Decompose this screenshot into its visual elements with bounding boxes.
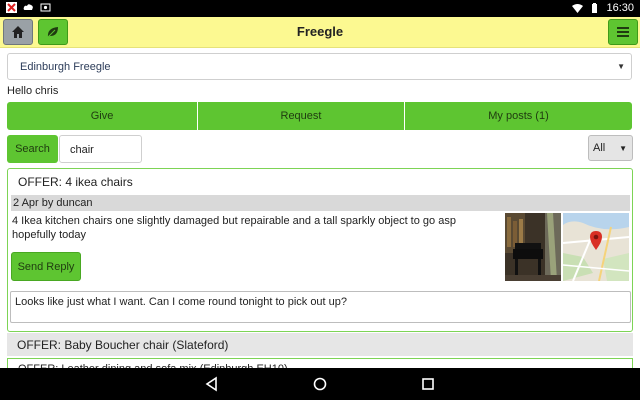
- dropdown-caret-icon: ▼: [619, 144, 627, 153]
- menu-button[interactable]: [608, 19, 638, 45]
- home-nav-icon[interactable]: [312, 376, 328, 392]
- app-header: Freegle: [0, 17, 640, 48]
- item-photo-thumbnail[interactable]: [505, 213, 561, 281]
- post-header-collapsed[interactable]: OFFER: Baby Boucher chair (Slateford): [7, 333, 633, 356]
- page-title: Freegle: [296, 24, 344, 39]
- wifi-icon: [572, 3, 584, 13]
- dropdown-caret-icon: ▼: [617, 62, 625, 71]
- search-button[interactable]: Search: [7, 135, 58, 163]
- send-reply-button[interactable]: Send Reply: [11, 252, 81, 281]
- image-notification-icon: [40, 3, 51, 12]
- hamburger-menu-icon: [617, 27, 629, 37]
- status-bar: 16:30: [0, 0, 640, 17]
- group-select[interactable]: Edinburgh Freegle ▼: [7, 53, 632, 80]
- post-title[interactable]: OFFER: 4 ikea chairs: [18, 175, 133, 189]
- location-map-thumbnail[interactable]: [563, 213, 629, 281]
- map-image: [563, 213, 629, 281]
- type-filter-select[interactable]: All ▼: [588, 135, 633, 161]
- back-icon[interactable]: [204, 376, 220, 392]
- type-filter-value: All: [593, 142, 606, 154]
- system-nav-bar: [0, 368, 640, 400]
- notification-app-icon: [6, 2, 17, 13]
- recent-apps-icon[interactable]: [420, 376, 436, 392]
- reply-textarea[interactable]: Looks like just what I want. Can I come …: [10, 291, 631, 323]
- post-card: OFFER: 4 ikea chairs 2 Apr by duncan 4 I…: [7, 168, 633, 332]
- chair-photo-image: [505, 213, 561, 281]
- battery-icon: [592, 2, 598, 13]
- tab-request[interactable]: Request: [198, 102, 405, 130]
- post-description: 4 Ikea kitchen chairs one slightly damag…: [12, 215, 456, 241]
- post-meta: 2 Apr by duncan: [11, 195, 630, 211]
- tab-give[interactable]: Give: [7, 102, 198, 130]
- post-type-tabs: Give Request My posts (1): [7, 102, 632, 130]
- cloud-upload-icon: [23, 4, 33, 10]
- group-select-value: Edinburgh Freegle: [20, 61, 111, 73]
- greeting-text: Hello chris: [7, 85, 59, 97]
- status-time: 16:30: [606, 2, 634, 14]
- search-input[interactable]: chair: [59, 135, 142, 163]
- tab-my-posts[interactable]: My posts (1): [405, 102, 632, 130]
